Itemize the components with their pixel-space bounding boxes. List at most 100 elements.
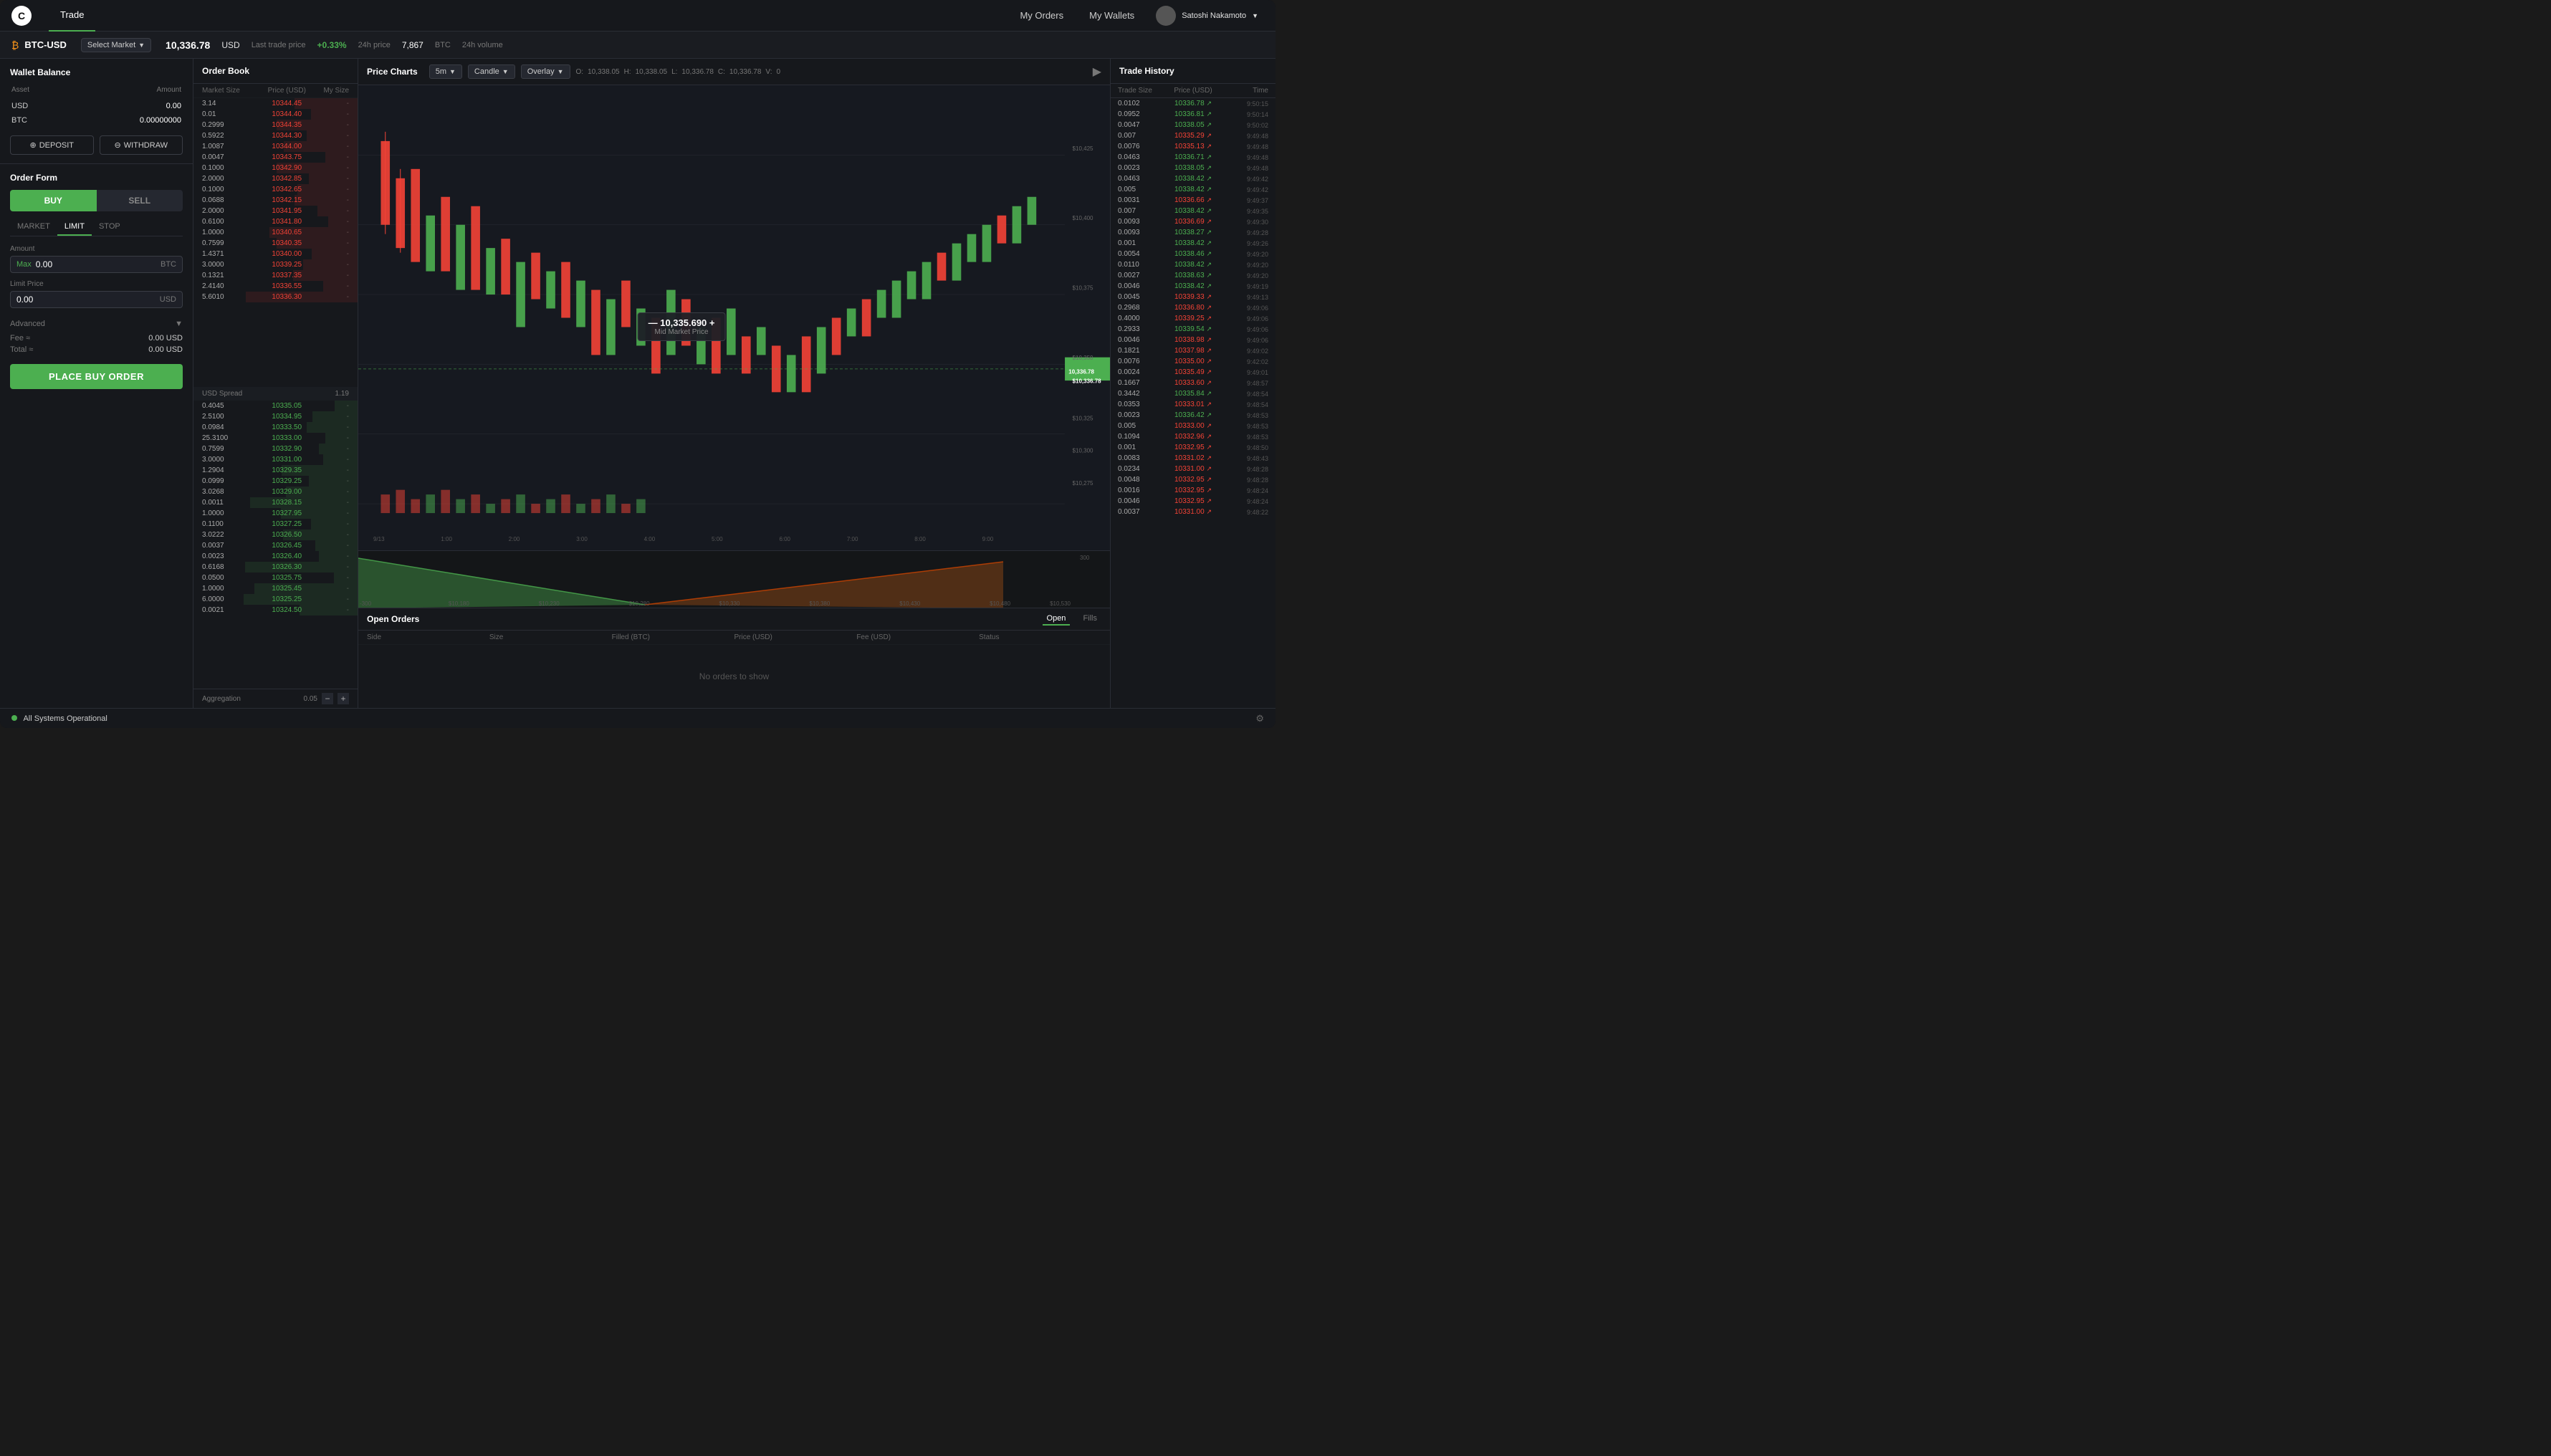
ob-bid-row[interactable]: 0.0999 10329.25 - [193, 476, 358, 487]
ob-bids[interactable]: 0.4045 10335.05 - 2.5100 10334.95 - 0.09… [193, 401, 358, 689]
svg-text:$10,430: $10,430 [899, 600, 920, 607]
wallet-balance-title: Wallet Balance [10, 67, 183, 77]
chevron-down-icon: ▼ [175, 320, 183, 328]
ob-bid-row[interactable]: 0.0023 10326.40 - [193, 551, 358, 562]
svg-text:$10,300: $10,300 [1073, 448, 1093, 454]
open-orders-open-tab[interactable]: Open [1043, 613, 1071, 626]
ob-bid-row[interactable]: 1.0000 10327.95 - [193, 508, 358, 519]
mid-market-price: 10,335.690 [660, 317, 707, 328]
deposit-button[interactable]: ⊕ DEPOSIT [10, 135, 94, 155]
timeframe-selector[interactable]: 5m ▼ [429, 64, 462, 79]
btc-amount: 0.00000000 [64, 114, 181, 127]
depth-chart[interactable]: -300 $10,180 $10,230 $10,280 $10,330 $10… [358, 550, 1110, 608]
open-orders-fills-tab[interactable]: Fills [1078, 613, 1101, 626]
trade-history-row: 0.3442 10335.84 ↗ 9:48:54 [1111, 388, 1276, 399]
ob-ask-row[interactable]: 2.4140 10336.55 - [193, 281, 358, 292]
ob-bid-row[interactable]: 0.0984 10333.50 - [193, 422, 358, 433]
chart-expand-icon[interactable]: ▶ [1093, 64, 1101, 79]
max-link[interactable]: Max [16, 260, 32, 269]
ob-bid-row[interactable]: 0.4045 10335.05 - [193, 401, 358, 411]
ob-bid-row[interactable]: 2.5100 10334.95 - [193, 411, 358, 422]
ob-bid-row[interactable]: 0.7599 10332.90 - [193, 444, 358, 454]
ob-ask-row[interactable]: 3.0000 10339.25 - [193, 259, 358, 270]
trade-history-row: 0.0016 10332.95 ↗ 9:48:24 [1111, 485, 1276, 496]
amount-input[interactable] [36, 259, 161, 269]
ob-bid-row[interactable]: 3.0268 10329.00 - [193, 487, 358, 497]
ob-ask-row[interactable]: 2.0000 10342.85 - [193, 173, 358, 184]
ob-bid-row[interactable]: 0.0011 10328.15 - [193, 497, 358, 508]
overlay-caret-icon: ▼ [557, 68, 564, 75]
settings-icon[interactable]: ⚙ [1255, 713, 1264, 724]
chart-type-caret-icon: ▼ [502, 68, 509, 75]
ob-bid-row[interactable]: 0.1100 10327.25 - [193, 519, 358, 530]
chart-type-selector[interactable]: Candle ▼ [468, 64, 515, 79]
svg-text:$10,325: $10,325 [1073, 415, 1093, 421]
trade-history-row: 0.0046 10332.95 ↗ 9:48:24 [1111, 496, 1276, 507]
price-change: +0.33% [317, 40, 347, 50]
username: Satoshi Nakamoto [1182, 11, 1246, 20]
stop-tab[interactable]: STOP [92, 219, 128, 236]
ob-ask-row[interactable]: 1.0087 10344.00 - [193, 141, 358, 152]
trade-history-row: 0.001 10332.95 ↗ 9:48:50 [1111, 442, 1276, 453]
ob-bid-row[interactable]: 6.0000 10325.25 - [193, 594, 358, 605]
app-logo[interactable]: C [11, 6, 32, 26]
market-tab[interactable]: MARKET [10, 219, 57, 236]
ob-bid-row[interactable]: 3.0000 10331.00 - [193, 454, 358, 465]
th-col-price: Price (USD) [1168, 87, 1218, 95]
user-menu[interactable]: Satoshi Nakamoto ▼ [1150, 3, 1264, 29]
buy-tab[interactable]: BUY [10, 190, 97, 211]
ob-ask-row[interactable]: 0.1321 10337.35 - [193, 270, 358, 281]
total-value: 0.00 USD [148, 345, 183, 354]
trade-history-row: 0.0110 10338.42 ↗ 9:49:20 [1111, 259, 1276, 270]
limit-tab[interactable]: LIMIT [57, 219, 92, 236]
candlestick-chart[interactable]: 10,336.78 9/13 1:00 2:00 3:00 4:00 5:00 … [358, 85, 1110, 550]
sell-tab[interactable]: SELL [97, 190, 183, 211]
ob-ask-row[interactable]: 0.0688 10342.15 - [193, 195, 358, 206]
ob-ask-row[interactable]: 0.6100 10341.80 - [193, 216, 358, 227]
ob-bid-row[interactable]: 0.0500 10325.75 - [193, 573, 358, 583]
ob-ask-row[interactable]: 0.0047 10343.75 - [193, 152, 358, 163]
ob-bid-row[interactable]: 0.0021 10324.50 - [193, 605, 358, 616]
oo-col-size: Size [489, 633, 612, 641]
ob-bid-row[interactable]: 1.0000 10325.45 - [193, 583, 358, 594]
ob-ask-row[interactable]: 1.0000 10340.65 - [193, 227, 358, 238]
aggregation-increase-button[interactable]: + [338, 693, 349, 704]
ob-ask-row[interactable]: 0.1000 10342.90 - [193, 163, 358, 173]
ob-ask-row[interactable]: 3.14 10344.45 - [193, 98, 358, 109]
ob-bid-row[interactable]: 25.3100 10333.00 - [193, 433, 358, 444]
my-wallets-button[interactable]: My Wallets [1079, 6, 1144, 25]
select-market-dropdown[interactable]: Select Market ▼ [81, 38, 151, 52]
ob-ask-row[interactable]: 0.5922 10344.30 - [193, 130, 358, 141]
overlay-selector[interactable]: Overlay ▼ [521, 64, 570, 79]
svg-text:$10,330: $10,330 [719, 600, 740, 607]
my-orders-button[interactable]: My Orders [1010, 6, 1073, 25]
ob-bid-row[interactable]: 1.2904 10329.35 - [193, 465, 358, 476]
advanced-toggle[interactable]: Advanced ▼ [10, 315, 183, 332]
status-dot [11, 715, 17, 721]
amount-label: Amount [10, 245, 183, 253]
limit-price-group: Limit Price USD [10, 280, 183, 308]
trade-history-row: 0.0353 10333.01 ↗ 9:48:54 [1111, 399, 1276, 410]
trade-history-row: 0.0054 10338.46 ↗ 9:49:20 [1111, 249, 1276, 259]
ob-bid-row[interactable]: 0.6168 10326.30 - [193, 562, 358, 573]
ob-ask-row[interactable]: 0.2999 10344.35 - [193, 120, 358, 130]
ob-ask-row[interactable]: 0.01 10344.40 - [193, 109, 358, 120]
withdraw-button[interactable]: ⊖ WITHDRAW [100, 135, 183, 155]
limit-price-input[interactable] [16, 294, 160, 305]
ob-ask-row[interactable]: 5.6010 10336.30 - [193, 292, 358, 302]
trade-history-row: 0.0037 10331.00 ↗ 9:48:22 [1111, 507, 1276, 517]
svg-text:7:00: 7:00 [847, 536, 858, 542]
aggregation-decrease-button[interactable]: − [322, 693, 333, 704]
ob-ask-row[interactable]: 2.0000 10341.95 - [193, 206, 358, 216]
ob-asks[interactable]: 3.14 10344.45 - 0.01 10344.40 - 0.2999 1… [193, 98, 358, 387]
ob-ask-row[interactable]: 1.4371 10340.00 - [193, 249, 358, 259]
trade-tab[interactable]: Trade [49, 0, 95, 32]
place-order-button[interactable]: PLACE BUY ORDER [10, 364, 183, 389]
trade-history-row: 0.0024 10335.49 ↗ 9:49:01 [1111, 367, 1276, 378]
ob-bid-row[interactable]: 3.0222 10326.50 - [193, 530, 358, 540]
ob-ask-row[interactable]: 0.7599 10340.35 - [193, 238, 358, 249]
ohlcv-v-label: V: [765, 68, 772, 76]
trade-history-row: 0.1667 10333.60 ↗ 9:48:57 [1111, 378, 1276, 388]
ob-ask-row[interactable]: 0.1000 10342.65 - [193, 184, 358, 195]
ob-bid-row[interactable]: 0.0037 10326.45 - [193, 540, 358, 551]
